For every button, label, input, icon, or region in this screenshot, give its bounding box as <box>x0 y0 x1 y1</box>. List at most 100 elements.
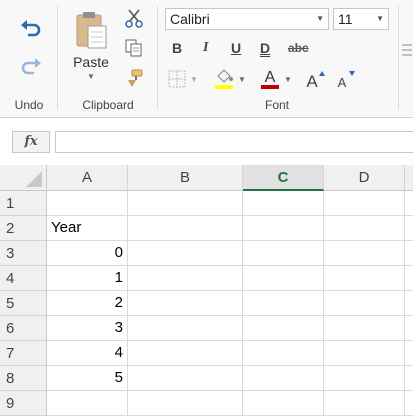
select-all-corner[interactable] <box>0 165 47 191</box>
cell-b7[interactable] <box>128 341 243 366</box>
cell-c5[interactable] <box>243 291 324 316</box>
cell-c3[interactable] <box>243 241 324 266</box>
chevron-down-icon[interactable]: ▼ <box>376 9 384 29</box>
cell-d2[interactable] <box>324 216 405 241</box>
row-header[interactable]: 9 <box>0 391 47 416</box>
cell-c8[interactable] <box>243 366 324 391</box>
cell-c1[interactable] <box>243 191 324 216</box>
cell-d4[interactable] <box>324 266 405 291</box>
cell-e9[interactable] <box>405 391 413 416</box>
strikethrough-icon[interactable]: abc <box>288 41 309 55</box>
font-name-box[interactable]: Calibri ▼ <box>165 8 329 30</box>
cell-e5[interactable] <box>405 291 413 316</box>
borders-button[interactable]: ▼ <box>166 68 200 90</box>
cell-c4[interactable] <box>243 266 324 291</box>
bold-icon[interactable]: B <box>172 40 182 56</box>
cell-c7[interactable] <box>243 341 324 366</box>
column-header-partial[interactable] <box>405 165 413 191</box>
cell-d5[interactable] <box>324 291 405 316</box>
cell-b9[interactable] <box>128 391 243 416</box>
double-underline-icon[interactable]: D <box>260 40 270 56</box>
chevron-down-icon[interactable]: ▼ <box>190 75 198 84</box>
cell-e1[interactable] <box>405 191 413 216</box>
cell-d9[interactable] <box>324 391 405 416</box>
cell-e7[interactable] <box>405 341 413 366</box>
format-painter-button[interactable] <box>122 66 146 90</box>
font-name-value: Calibri <box>170 11 210 27</box>
paste-dropdown-arrow[interactable]: ▼ <box>87 72 95 81</box>
cell-c9[interactable] <box>243 391 324 416</box>
row-header[interactable]: 2 <box>0 216 47 241</box>
cell-e8[interactable] <box>405 366 413 391</box>
decrease-font-icon: A <box>338 71 355 90</box>
cell-a1[interactable] <box>47 191 128 216</box>
cell-d1[interactable] <box>324 191 405 216</box>
insert-function-button[interactable]: fx <box>12 131 50 153</box>
cell-a8[interactable]: 5 <box>47 366 128 391</box>
cell-a5[interactable]: 2 <box>47 291 128 316</box>
cell-b3[interactable] <box>128 241 243 266</box>
row-header[interactable]: 8 <box>0 366 47 391</box>
row-header[interactable]: 4 <box>0 266 47 291</box>
row-header[interactable]: 3 <box>0 241 47 266</box>
underline-icon[interactable]: U <box>231 40 241 56</box>
undo-button[interactable] <box>18 16 44 42</box>
row-header[interactable]: 6 <box>0 316 47 341</box>
cell-c6[interactable] <box>243 316 324 341</box>
svg-text:A: A <box>306 72 318 90</box>
fill-color-icon <box>215 69 234 89</box>
cell-a9[interactable] <box>47 391 128 416</box>
svg-text:A: A <box>265 69 276 86</box>
chevron-down-icon[interactable]: ▼ <box>238 75 246 84</box>
font-color-icon: A <box>261 69 280 89</box>
redo-button[interactable] <box>18 54 44 80</box>
cell-d6[interactable] <box>324 316 405 341</box>
cell-b4[interactable] <box>128 266 243 291</box>
cell-b1[interactable] <box>128 191 243 216</box>
increase-font-button[interactable]: A <box>302 66 328 92</box>
cell-a7[interactable]: 4 <box>47 341 128 366</box>
cell-e2[interactable] <box>405 216 413 241</box>
cell-b6[interactable] <box>128 316 243 341</box>
cell-d7[interactable] <box>324 341 405 366</box>
cell-a3[interactable]: 0 <box>47 241 128 266</box>
column-header-a[interactable]: A <box>47 165 128 191</box>
paste-button[interactable]: Paste ▼ <box>68 6 114 90</box>
row-header[interactable]: 1 <box>0 191 47 216</box>
column-header-d[interactable]: D <box>324 165 405 191</box>
cell-b8[interactable] <box>128 366 243 391</box>
cell-e3[interactable] <box>405 241 413 266</box>
spreadsheet-grid: A B C D 1 2 3 4 5 6 7 8 9 Year 0 1 2 3 4 5 <box>0 165 413 416</box>
copy-button[interactable] <box>122 36 146 60</box>
chevron-down-icon[interactable]: ▼ <box>284 75 292 84</box>
cell-b2[interactable] <box>128 216 243 241</box>
cell-b5[interactable] <box>128 291 243 316</box>
decrease-font-button[interactable]: A <box>332 66 358 92</box>
italic-icon[interactable]: I <box>203 40 208 56</box>
cut-button[interactable] <box>122 6 146 30</box>
formula-input[interactable] <box>55 131 413 153</box>
cell-c2[interactable] <box>243 216 324 241</box>
cell-e4[interactable] <box>405 266 413 291</box>
cell-d8[interactable] <box>324 366 405 391</box>
cell-d3[interactable] <box>324 241 405 266</box>
copy-icon <box>125 39 142 57</box>
ribbon: Undo Paste ▼ Clipboard Calibri ▼ 11 ▼ B … <box>0 0 413 118</box>
separator <box>398 6 399 110</box>
font-color-button[interactable]: A ▼ <box>256 66 296 92</box>
paste-label: Paste <box>73 54 109 70</box>
separator <box>157 6 158 110</box>
cell-a2[interactable]: Year <box>47 216 128 241</box>
cell-a4[interactable]: 1 <box>47 266 128 291</box>
chevron-down-icon[interactable]: ▼ <box>316 9 324 29</box>
separator <box>57 6 58 110</box>
fill-color-button[interactable]: ▼ <box>210 66 250 92</box>
cell-a6[interactable]: 3 <box>47 316 128 341</box>
row-header[interactable]: 7 <box>0 341 47 366</box>
alignment-icon[interactable] <box>402 40 412 60</box>
row-header[interactable]: 5 <box>0 291 47 316</box>
column-header-b[interactable]: B <box>128 165 243 191</box>
font-size-box[interactable]: 11 ▼ <box>333 8 389 30</box>
column-header-c[interactable]: C <box>243 165 324 191</box>
cell-e6[interactable] <box>405 316 413 341</box>
